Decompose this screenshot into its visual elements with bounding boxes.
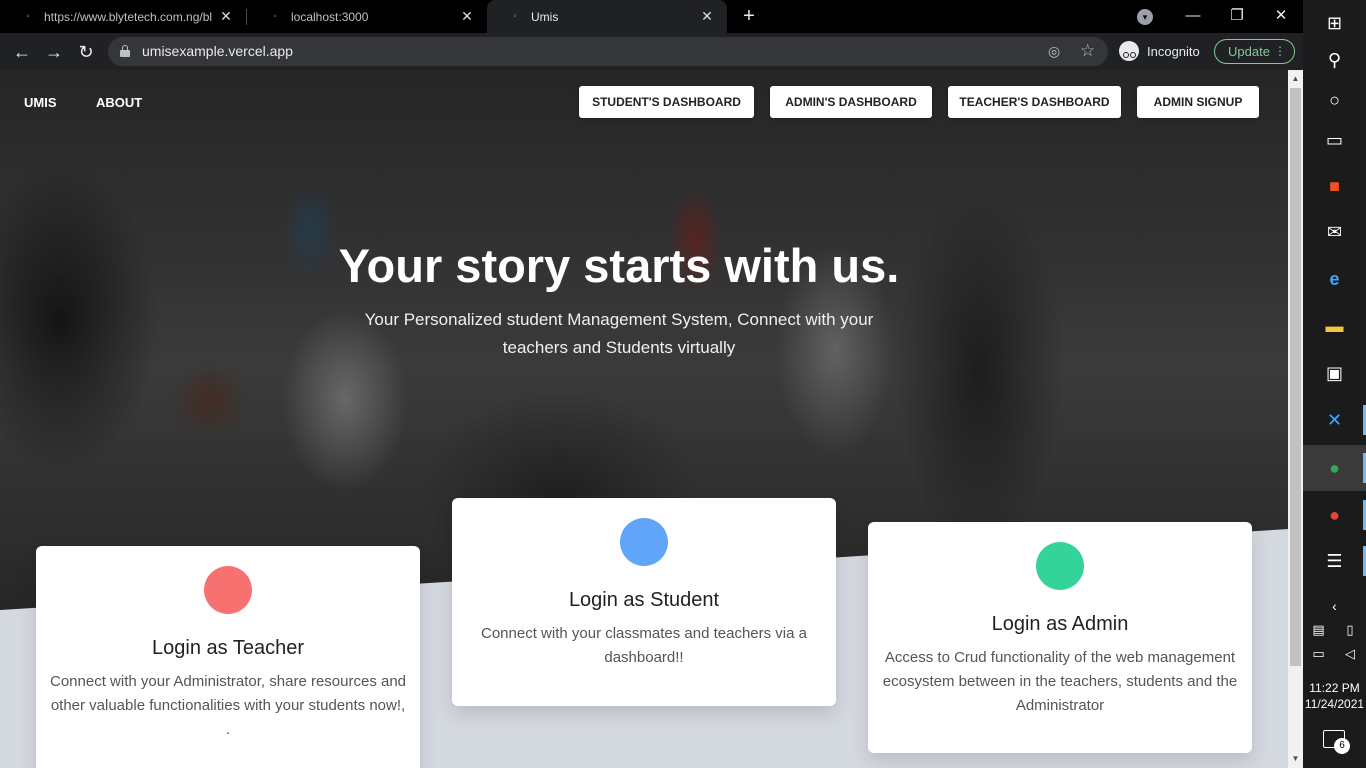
tab-localhost[interactable]: ◦ localhost:3000 ✕ (247, 0, 487, 33)
admin-card-title: Login as Admin (991, 613, 1129, 635)
tab-strip: ◦ https://www.blytetech.com.ng/bl ✕ ◦ lo… (0, 0, 1303, 33)
tracking-protection-icon[interactable]: ◎ (1048, 43, 1060, 60)
tab-umis[interactable]: ◦ Umis ✕ (487, 0, 727, 33)
clock-date: 11/24/2021 (1304, 697, 1365, 711)
tab-title: https://www.blytetech.com.ng/bl (44, 9, 213, 24)
address-bar[interactable]: umisexample.vercel.app ◎ ☆ (108, 37, 1108, 66)
clock[interactable]: 11:22 PM 11/24/2021 (1303, 680, 1366, 712)
tab-search-icon[interactable]: ▾ (1137, 9, 1153, 25)
student-dashboard-button[interactable]: STUDENT'S DASHBOARD (579, 86, 754, 118)
student-card-title: Login as Student (568, 589, 720, 611)
more-menu-icon: ⋮ (1274, 44, 1286, 58)
mail-icon[interactable]: ✉ (1303, 209, 1366, 255)
tab-blytetech[interactable]: ◦ https://www.blytetech.com.ng/bl ✕ (0, 0, 246, 33)
restore-button[interactable]: ❐ (1215, 0, 1259, 33)
update-label: Update (1228, 44, 1270, 59)
windows-taskbar: ⊞ ⚲ ○ ▭ ■ ✉ e ▬ ▣ ✕ ● ● ☰ ‹ ▤ ▯ ▭ ◁ 11:2… (1303, 0, 1366, 768)
student-dot-icon (620, 518, 668, 566)
scroll-down-icon[interactable]: ▼ (1288, 754, 1303, 763)
task-view-icon[interactable]: ▭ (1303, 117, 1366, 163)
hero-subline: Your Personalized student Management Sys… (364, 310, 874, 357)
reload-icon[interactable]: ↻ (75, 41, 97, 63)
battery-icon[interactable]: ▭ (1303, 631, 1334, 677)
teacher-card-title: Login as Teacher (152, 637, 304, 659)
forward-icon[interactable]: → (43, 41, 65, 63)
url-text: umisexample.vercel.app (142, 43, 293, 59)
volume-icon[interactable]: ◁ (1334, 631, 1366, 677)
browser-chrome: ◦ https://www.blytetech.com.ng/bl ✕ ◦ lo… (0, 0, 1303, 70)
student-login-card[interactable]: Login as Student Connect with your class… (452, 498, 836, 706)
scrollbar-thumb[interactable] (1290, 88, 1301, 666)
tab-close-icon[interactable]: ✕ (216, 8, 236, 25)
edge-icon[interactable]: e (1303, 256, 1366, 302)
teacher-login-card[interactable]: Login as Teacher Connect with your Admin… (36, 546, 420, 768)
admin-card-description: Access to Crud functionality of the web … (882, 649, 1238, 714)
admin-signup-button[interactable]: ADMIN SIGNUP (1137, 86, 1259, 118)
bookmark-star-icon[interactable]: ☆ (1080, 41, 1095, 61)
tab-title: localhost:3000 (291, 9, 369, 24)
update-button[interactable]: Update ⋮ (1214, 39, 1295, 64)
chrome-profile-b-icon[interactable]: ● (1303, 492, 1366, 538)
nav-link-about[interactable]: ABOUT (96, 95, 142, 110)
tab-title: Umis (531, 9, 559, 24)
lock-icon (120, 45, 130, 57)
terminal-icon[interactable]: ▣ (1303, 350, 1366, 396)
student-card-description: Connect with your classmates and teacher… (481, 625, 807, 666)
clock-time: 11:22 PM (1309, 681, 1360, 695)
teacher-dashboard-button[interactable]: TEACHER'S DASHBOARD (948, 86, 1121, 118)
teacher-dot-icon (204, 566, 252, 614)
tab-close-icon[interactable]: ✕ (457, 8, 477, 25)
chrome-profile-a-icon[interactable]: ● (1303, 445, 1366, 491)
tab-favicon-icon: ◦ (513, 11, 517, 22)
scroll-up-icon[interactable]: ▲ (1288, 74, 1303, 83)
tab-favicon-icon: ◦ (26, 11, 30, 22)
list-app-icon[interactable]: ☰ (1303, 538, 1366, 584)
new-tab-button[interactable]: + (738, 5, 760, 27)
incognito-icon (1119, 41, 1139, 61)
teacher-card-description: Connect with your Administrator, share r… (50, 673, 407, 738)
admin-login-card[interactable]: Login as Admin Access to Crud functional… (868, 522, 1252, 753)
admin-dot-icon (1036, 542, 1084, 590)
vscode-icon[interactable]: ✕ (1303, 397, 1366, 443)
file-explorer-icon[interactable]: ▬ (1303, 303, 1366, 349)
tab-favicon-icon: ◦ (273, 11, 277, 22)
incognito-label: Incognito (1147, 43, 1200, 59)
nav-brand-umis[interactable]: UMIS (24, 95, 57, 110)
page-scrollbar[interactable]: ▲ ▼ (1288, 70, 1303, 768)
back-icon[interactable]: ← (11, 41, 33, 63)
notification-count-badge: 6 (1334, 738, 1350, 754)
minimize-button[interactable]: — (1171, 0, 1215, 33)
tab-close-icon[interactable]: ✕ (697, 8, 717, 25)
close-window-button[interactable]: ✕ (1259, 0, 1303, 33)
page-viewport: UMIS ABOUT STUDENT'S DASHBOARD ADMIN'S D… (0, 70, 1288, 768)
incognito-indicator[interactable]: Incognito (1119, 40, 1200, 62)
hero-headline: Your story starts with us. (338, 239, 900, 292)
admin-dashboard-button[interactable]: ADMIN'S DASHBOARD (770, 86, 932, 118)
store-icon[interactable]: ■ (1303, 163, 1366, 209)
browser-toolbar: ← → ↻ umisexample.vercel.app ◎ ☆ Incogni… (0, 33, 1303, 70)
